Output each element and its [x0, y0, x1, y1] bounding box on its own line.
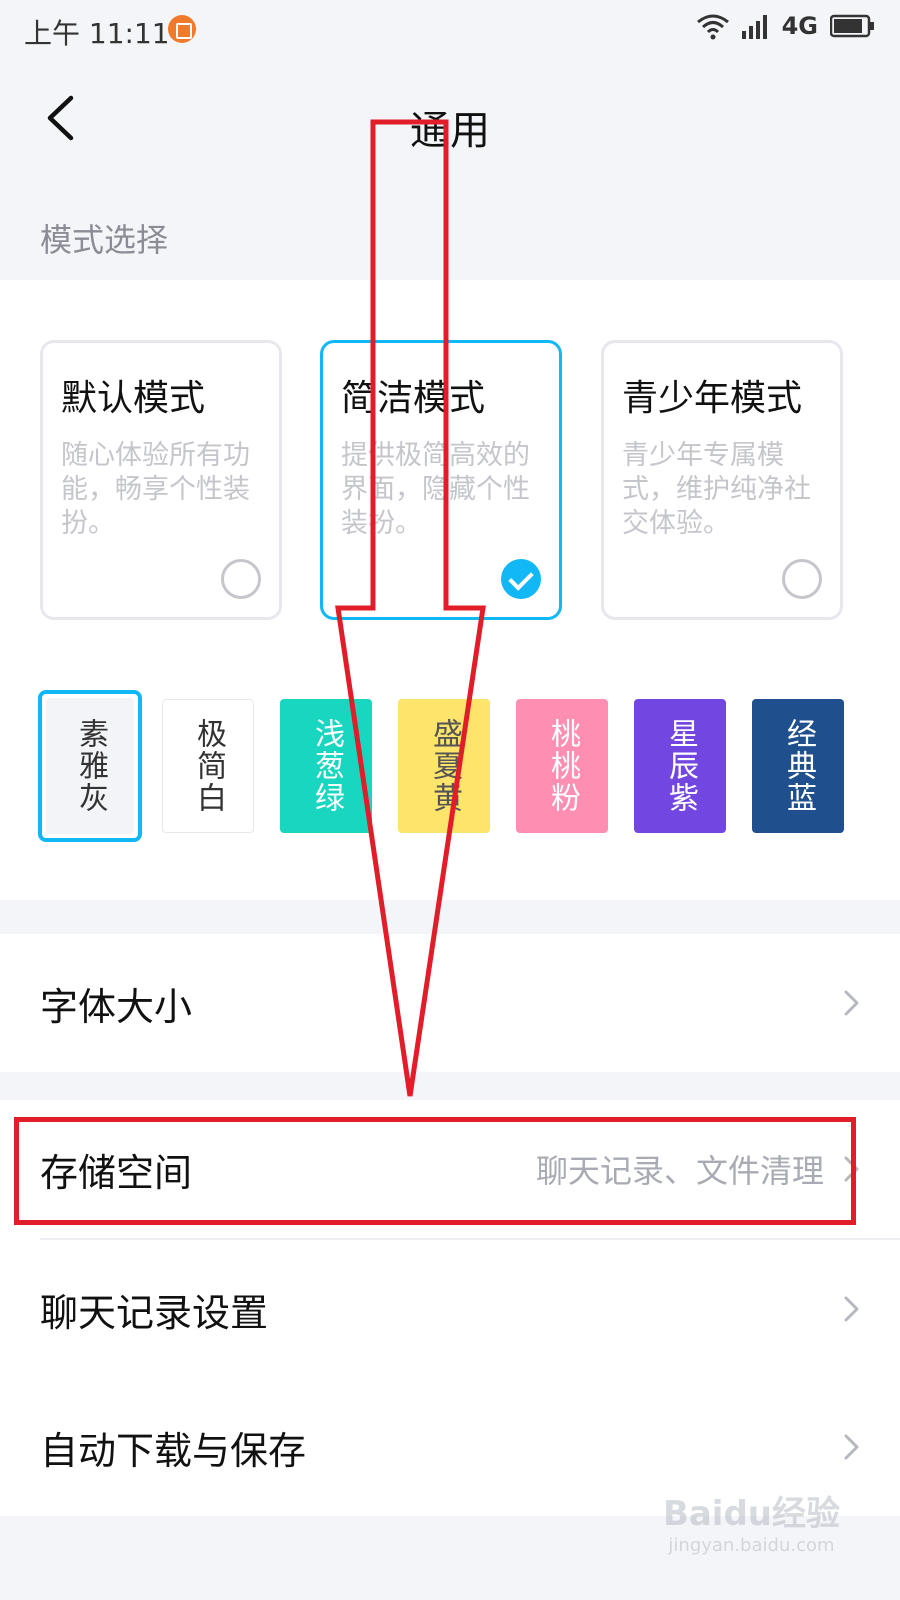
storage-item[interactable]: 存储空间 聊天记录、文件清理: [0, 1100, 900, 1238]
nav-bar: 通用: [0, 62, 900, 182]
theme-swatch-gray[interactable]: 素雅灰: [38, 690, 142, 842]
theme-swatch-fill: 素雅灰: [46, 698, 134, 834]
mode-card-title: 简洁模式: [341, 378, 486, 419]
wifi-icon: [696, 14, 729, 40]
settings-group-storage: 存储空间 聊天记录、文件清理 聊天记录设置 自动下载与保存: [0, 1100, 900, 1516]
battery-icon: [830, 14, 874, 38]
chevron-right-icon: [844, 990, 859, 1016]
radio-unchecked-icon[interactable]: [221, 559, 261, 599]
theme-swatch-yellow[interactable]: 盛夏黄: [398, 699, 490, 833]
mode-card-title: 默认模式: [61, 378, 206, 419]
mode-card-simple[interactable]: 简洁模式 提供极简高效的界面，隐藏个性装扮。: [320, 340, 562, 620]
font-size-item[interactable]: 字体大小: [0, 934, 900, 1072]
theme-label: 浅葱绿: [309, 718, 344, 814]
theme-label: 素雅灰: [73, 718, 108, 814]
chevron-right-icon: [844, 1434, 859, 1460]
theme-label: 桃桃粉: [545, 718, 580, 814]
page-title: 通用: [410, 108, 490, 154]
mode-card-desc: 青少年专属模式，维护纯净社交体验。: [622, 440, 811, 539]
mode-card-desc: 随心体验所有功能，畅享个性装扮。: [61, 440, 250, 539]
item-label: 字体大小: [40, 984, 193, 1029]
chevron-right-icon: [844, 1156, 859, 1182]
mode-panel: 默认模式 随心体验所有功能，畅享个性装扮。 简洁模式 提供极简高效的界面，隐藏个…: [0, 280, 900, 900]
screenshot-app-icon: [168, 15, 196, 43]
auto-download-item[interactable]: 自动下载与保存: [0, 1378, 900, 1516]
watermark-url: jingyan.baidu.com: [668, 1535, 835, 1556]
mode-card-title: 青少年模式: [622, 378, 803, 419]
theme-swatch-pink[interactable]: 桃桃粉: [516, 699, 608, 833]
signal-icon: [741, 15, 767, 39]
checkmark-icon[interactable]: [501, 559, 541, 599]
chat-history-settings-item[interactable]: 聊天记录设置: [0, 1240, 900, 1378]
section-label-mode: 模式选择: [40, 221, 169, 259]
theme-label: 经典蓝: [781, 718, 816, 814]
item-label: 自动下载与保存: [40, 1428, 307, 1473]
network-type: 4G: [781, 12, 818, 40]
theme-swatch-green[interactable]: 浅葱绿: [280, 699, 372, 833]
mode-card-default[interactable]: 默认模式 随心体验所有功能，畅享个性装扮。: [40, 340, 282, 620]
item-label: 聊天记录设置: [40, 1290, 269, 1335]
radio-unchecked-icon[interactable]: [782, 559, 822, 599]
theme-label: 极简白: [191, 718, 226, 814]
theme-swatch-purple[interactable]: 星辰紫: [634, 699, 726, 833]
theme-swatch-blue[interactable]: 经典蓝: [752, 699, 844, 833]
status-bar: 上午 11:11 4G: [0, 0, 900, 62]
mode-card-desc: 提供极简高效的界面，隐藏个性装扮。: [341, 440, 530, 539]
status-indicators: 4G: [696, 12, 876, 40]
theme-label: 星辰紫: [663, 718, 698, 814]
settings-group-font: 字体大小: [0, 934, 900, 1072]
item-value: 聊天记录、文件清理: [535, 1152, 824, 1190]
chevron-right-icon: [844, 1296, 859, 1322]
theme-swatch-white[interactable]: 极简白: [162, 699, 254, 833]
item-label: 存储空间: [40, 1150, 193, 1195]
mode-card-teen[interactable]: 青少年模式 青少年专属模式，维护纯净社交体验。: [601, 340, 843, 620]
status-time: 上午 11:11: [24, 17, 170, 50]
theme-label: 盛夏黄: [427, 718, 462, 814]
